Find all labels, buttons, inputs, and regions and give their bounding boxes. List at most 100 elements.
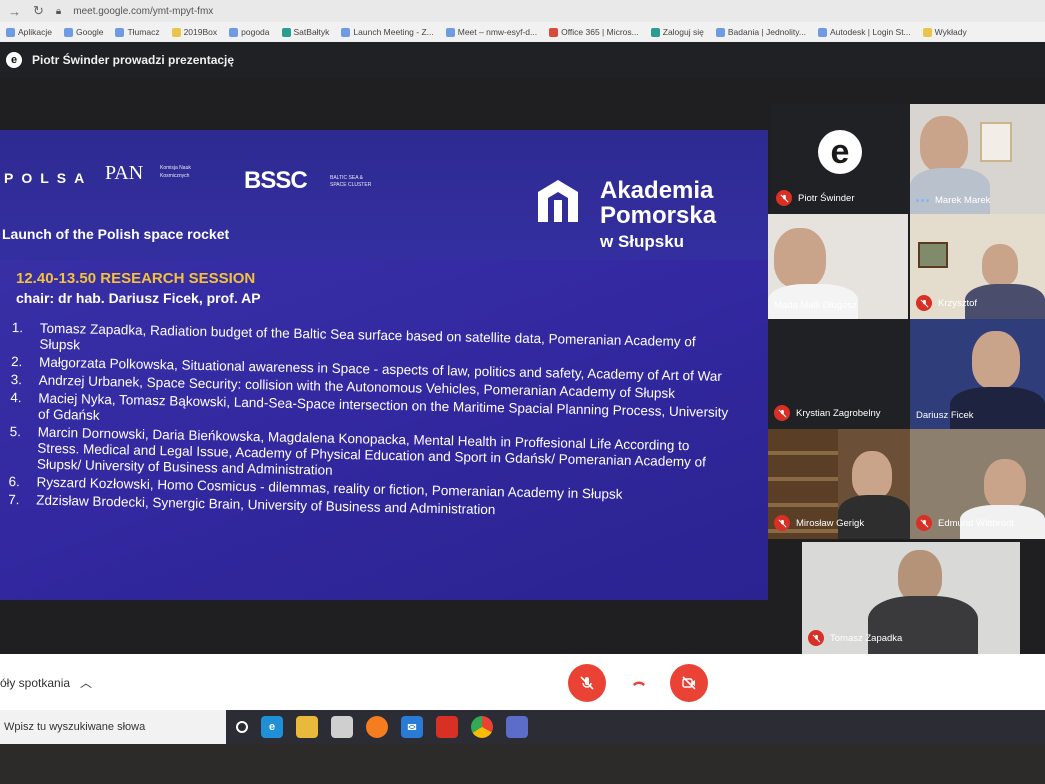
- participant-tile-miroslaw[interactable]: Mirosław Gerigk: [768, 429, 910, 539]
- participant-name: Marek Marek: [935, 195, 991, 206]
- participant-video: [898, 550, 942, 602]
- pdf-reader-icon[interactable]: [436, 716, 458, 738]
- participant-video: [774, 228, 826, 288]
- store-icon[interactable]: [331, 716, 353, 738]
- participant-name: Krzysztof: [938, 297, 978, 309]
- mic-off-icon: [776, 190, 792, 206]
- bookmark-lectures[interactable]: Wykłady: [922, 27, 967, 37]
- participant-video: [984, 459, 1026, 509]
- meeting-details-toggle[interactable]: óły spotkania ︿: [0, 674, 92, 691]
- mic-off-icon: [580, 676, 594, 690]
- participant-name: Dariusz Ficek: [916, 410, 974, 421]
- session-chair: chair: dr hab. Dariusz Ficek, prof. AP: [16, 290, 261, 306]
- bookmark-office[interactable]: Office 365 | Micros...: [549, 27, 639, 37]
- bookmark-research[interactable]: Badania | Jednolity...: [715, 27, 806, 37]
- forward-icon[interactable]: →: [8, 4, 21, 19]
- presentation-slide: POLSA PAN Komisja Nauk Kosmicznych BSSC …: [0, 130, 768, 600]
- folder-icon: [171, 27, 181, 37]
- meeting-details-label: óły spotkania: [0, 675, 71, 690]
- participant-tile-krystian[interactable]: Krystian Zagrobelny: [768, 319, 910, 429]
- file-explorer-icon[interactable]: [296, 716, 318, 738]
- google-icon: [445, 27, 455, 37]
- presenter-bar: e Piotr Świnder prowadzi prezentację: [0, 42, 1045, 78]
- bookmark-translate[interactable]: Tłumacz: [115, 27, 160, 37]
- url-text[interactable]: meet.google.com/ymt-mpyt-fmx: [73, 6, 213, 17]
- session-time: 12.40-13.50 RESEARCH SESSION: [16, 270, 256, 287]
- hang-up-button[interactable]: [620, 664, 658, 702]
- bookmark-login[interactable]: Zaloguj się: [650, 27, 704, 37]
- edge-icon[interactable]: e: [261, 716, 283, 738]
- chevron-up-icon: ︿: [80, 676, 93, 690]
- participant-tile-mada[interactable]: Mada Malli Długosz: [768, 214, 908, 319]
- satellite-icon: [281, 27, 291, 37]
- bookmark-satbaltyk[interactable]: SatBałtyk: [281, 27, 329, 37]
- participant-name: Edmund Wittbrodt: [938, 517, 1015, 529]
- participant-tile-marek[interactable]: Marek Marek: [910, 104, 1045, 214]
- participant-video: [852, 451, 892, 499]
- bssc-logo: BSSC: [244, 167, 308, 194]
- mic-off-icon: [808, 630, 824, 646]
- toggle-camera-button[interactable]: [670, 664, 708, 702]
- bookmarks-bar: Aplikacje Google Tłumacz 2019Box pogoda …: [0, 22, 1045, 42]
- pan-logo-subtitle: Komisja Nauk Kosmicznych: [160, 165, 191, 179]
- bookmark-apps[interactable]: Aplikacje: [6, 27, 52, 37]
- lock-icon: 🔒︎: [55, 5, 62, 17]
- cortana-icon[interactable]: [236, 721, 248, 733]
- presenter-text: Piotr Świnder prowadzi prezentację: [32, 53, 235, 67]
- bookmark-box[interactable]: 2019Box: [171, 27, 217, 37]
- research-icon: [715, 27, 725, 37]
- mic-off-icon: [774, 405, 790, 421]
- browser-address-bar[interactable]: → ↻ 🔒︎ meet.google.com/ymt-mpyt-fmx: [0, 0, 1045, 22]
- mail-icon[interactable]: ✉: [401, 716, 423, 738]
- participant-name: Piotr Świnder: [798, 192, 855, 204]
- meet-area: e Piotr Świnder prowadzi prezentację POL…: [0, 42, 1045, 710]
- participant-tile-tomasz[interactable]: Tomasz Zapadka: [802, 542, 1020, 654]
- zoom-icon: [341, 27, 351, 37]
- weather-icon: [229, 27, 239, 37]
- save-icon[interactable]: [506, 716, 528, 738]
- reload-icon[interactable]: ↻: [33, 3, 44, 19]
- taskbar-search-input[interactable]: Wpisz tu wyszukiwane słowa: [0, 710, 226, 744]
- participant-tile-edmund[interactable]: Edmund Wittbrodt: [910, 429, 1045, 539]
- chrome-icon[interactable]: [471, 716, 493, 738]
- participant-avatar: e: [818, 130, 862, 174]
- meet-controls-bar: óły spotkania ︿: [0, 654, 1045, 710]
- phone-hangup-icon: [633, 681, 645, 686]
- speaking-indicator-icon: [916, 199, 929, 202]
- bookmark-meet[interactable]: Meet – nmw-esyf-d...: [445, 27, 537, 37]
- participant-name: Krystian Zagrobelny: [796, 407, 881, 419]
- office-icon: [549, 27, 559, 37]
- windows-taskbar: Wpisz tu wyszukiwane słowa e ✉: [0, 710, 1045, 744]
- participant-name: Mada Malli Długosz: [774, 300, 857, 311]
- participant-video: [982, 244, 1018, 286]
- toggle-mic-button[interactable]: [568, 664, 606, 702]
- participant-name: Mirosław Gerigk: [796, 517, 865, 529]
- participant-tile-krzysztof[interactable]: Krzysztof: [910, 214, 1045, 319]
- mic-off-icon: [774, 515, 790, 531]
- firefox-icon[interactable]: [366, 716, 388, 738]
- bssc-logo-subtitle: BALTIC SEA & SPACE CLUSTER: [330, 175, 372, 188]
- akademia-name: Akademia Pomorska: [600, 177, 717, 229]
- wall-picture: [918, 242, 948, 268]
- akademia-city: w Słupsku: [600, 232, 685, 251]
- bookmark-zoom[interactable]: Launch Meeting - Z...: [341, 27, 434, 37]
- polsa-logo: POLSA: [4, 170, 93, 186]
- translate-icon: [115, 27, 125, 37]
- bookmark-google[interactable]: Google: [64, 27, 103, 37]
- participant-video: [972, 331, 1020, 389]
- pan-logo: PAN: [105, 162, 144, 184]
- participant-tile-dariusz[interactable]: Dariusz Ficek: [910, 319, 1045, 429]
- akademia-logo-icon: [538, 180, 578, 222]
- participant-video: [920, 116, 968, 172]
- autodesk-icon: [818, 27, 827, 37]
- folder-icon: [922, 27, 932, 37]
- bookmark-weather[interactable]: pogoda: [229, 27, 270, 37]
- participant-tile-piotr[interactable]: e Piotr Świnder: [770, 104, 910, 214]
- mic-off-icon: [916, 295, 932, 311]
- camera-off-icon: [682, 676, 696, 690]
- participant-name: Tomasz Zapadka: [830, 632, 903, 644]
- apps-icon: [6, 27, 15, 37]
- wall-picture: [980, 122, 1012, 162]
- slide-subtitle: Launch of the Polish space rocket: [2, 226, 230, 242]
- bookmark-autodesk[interactable]: Autodesk | Login St...: [818, 27, 911, 37]
